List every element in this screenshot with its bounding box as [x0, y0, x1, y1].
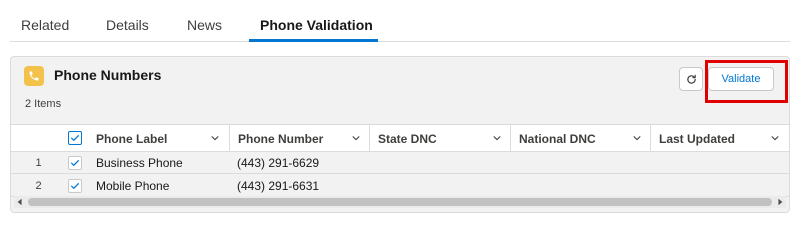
- phone-numbers-card: Phone Numbers 2 Items Validate Phone Lab…: [10, 56, 790, 213]
- column-label: State DNC: [378, 131, 437, 146]
- refresh-button[interactable]: [679, 67, 703, 91]
- scroll-left-arrow[interactable]: [14, 196, 26, 208]
- table-header: Phone Label Phone Number State DNC Natio…: [11, 124, 789, 152]
- item-count: 2 Items: [25, 98, 62, 110]
- scrollbar-thumb[interactable]: [28, 198, 772, 206]
- column-label: National DNC: [519, 131, 596, 146]
- tab-news[interactable]: News: [187, 17, 222, 33]
- card-title: Phone Numbers: [54, 67, 162, 83]
- chevron-down-icon[interactable]: [492, 133, 502, 143]
- refresh-icon: [686, 74, 696, 84]
- chevron-down-icon[interactable]: [210, 133, 220, 143]
- column-label: Phone Number: [238, 131, 324, 146]
- tab-bar: Related Details News Phone Validation: [0, 0, 800, 43]
- column-header-phone-label[interactable]: Phone Label: [88, 125, 228, 152]
- tab-divider: [10, 41, 790, 42]
- tab-related[interactable]: Related: [21, 17, 69, 33]
- column-header-state-dnc[interactable]: State DNC: [370, 125, 510, 152]
- checkmark-icon: [71, 183, 79, 189]
- horizontal-scrollbar[interactable]: [14, 196, 786, 208]
- column-label: Last Updated: [659, 131, 736, 146]
- row-checkbox[interactable]: [68, 156, 82, 170]
- cell-phone-number: (443) 291-6629: [237, 156, 320, 170]
- table-row[interactable]: 2 Mobile Phone (443) 291-6631: [11, 175, 789, 197]
- cell-phone-label: Mobile Phone: [96, 179, 170, 193]
- chevron-down-icon[interactable]: [632, 133, 642, 143]
- column-header-phone-number[interactable]: Phone Number: [230, 125, 369, 152]
- select-all-checkbox[interactable]: [68, 131, 82, 145]
- phone-icon: [24, 66, 44, 86]
- tab-details[interactable]: Details: [106, 17, 149, 33]
- tab-phone-validation[interactable]: Phone Validation: [260, 17, 373, 33]
- row-checkbox[interactable]: [68, 179, 82, 193]
- caret-right-icon: [778, 198, 783, 206]
- chevron-down-icon[interactable]: [770, 133, 780, 143]
- active-tab-indicator: [249, 39, 378, 42]
- chevron-down-icon[interactable]: [351, 133, 361, 143]
- row-number: 1: [35, 157, 42, 169]
- table-row[interactable]: 1 Business Phone (443) 291-6629: [11, 152, 789, 174]
- column-header-national-dnc[interactable]: National DNC: [511, 125, 650, 152]
- checkmark-icon: [71, 135, 79, 141]
- row-number: 2: [35, 180, 42, 192]
- cell-phone-label: Business Phone: [96, 156, 183, 170]
- cell-phone-number: (443) 291-6631: [237, 179, 320, 193]
- caret-left-icon: [17, 198, 22, 206]
- checkmark-icon: [71, 160, 79, 166]
- validate-button[interactable]: Validate: [708, 67, 774, 91]
- column-header-last-updated[interactable]: Last Updated: [651, 125, 788, 152]
- column-label: Phone Label: [96, 131, 168, 146]
- scroll-right-arrow[interactable]: [774, 196, 786, 208]
